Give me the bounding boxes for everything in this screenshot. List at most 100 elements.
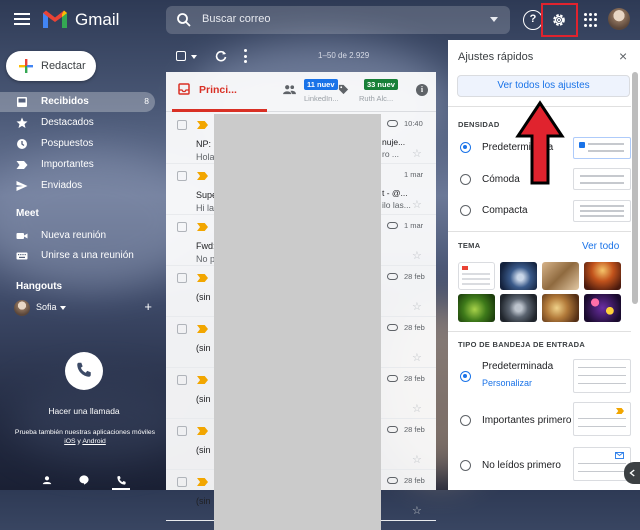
email-date: 28 feb bbox=[404, 272, 425, 281]
star-icon[interactable]: ☆ bbox=[412, 453, 422, 466]
email-checkbox[interactable] bbox=[177, 120, 187, 130]
chevron-left-icon bbox=[629, 469, 635, 477]
select-dropdown-icon[interactable] bbox=[191, 55, 197, 59]
search-input[interactable]: Buscar correo bbox=[202, 13, 270, 25]
email-checkbox[interactable] bbox=[177, 375, 187, 385]
meet-section-title: Meet bbox=[16, 208, 39, 219]
density-radio-comfortable[interactable] bbox=[460, 174, 471, 185]
density-preview-compact bbox=[573, 200, 631, 222]
star-icon[interactable]: ☆ bbox=[412, 504, 422, 517]
inbox-label-default: Predeterminada bbox=[482, 361, 554, 372]
star-icon[interactable]: ☆ bbox=[412, 198, 422, 211]
google-apps-icon[interactable] bbox=[581, 10, 601, 30]
meet-join-meeting[interactable]: Unirse a una reunión bbox=[0, 246, 155, 266]
tab-primary[interactable]: Princi... bbox=[172, 72, 267, 112]
theme-section-title: TEMA bbox=[458, 241, 481, 250]
gear-icon[interactable] bbox=[551, 12, 567, 28]
importance-marker-icon[interactable] bbox=[197, 427, 208, 435]
star-icon[interactable]: ☆ bbox=[412, 147, 422, 160]
close-icon[interactable]: × bbox=[619, 48, 627, 64]
more-options-icon[interactable] bbox=[244, 49, 247, 63]
star-icon[interactable]: ☆ bbox=[412, 402, 422, 415]
email-checkbox[interactable] bbox=[177, 222, 187, 232]
help-icon[interactable]: ? bbox=[523, 10, 543, 30]
importance-marker-icon[interactable] bbox=[197, 478, 208, 486]
inbox-radio-default[interactable] bbox=[460, 371, 471, 382]
call-bubble[interactable] bbox=[65, 352, 103, 390]
settings-scrollbar[interactable] bbox=[632, 72, 638, 304]
density-radio-compact[interactable] bbox=[460, 205, 471, 216]
theme-thumbnail[interactable] bbox=[458, 262, 495, 290]
search-options-dropdown-icon[interactable] bbox=[490, 17, 498, 22]
importance-marker-icon[interactable] bbox=[197, 121, 208, 129]
ios-link[interactable]: iOS bbox=[64, 438, 75, 445]
theme-thumbnail[interactable] bbox=[458, 294, 495, 322]
email-checkbox[interactable] bbox=[177, 171, 187, 181]
inbox-radio-important-first[interactable] bbox=[460, 415, 471, 426]
density-preview-default bbox=[573, 137, 631, 159]
inbox-radio-unread-first[interactable] bbox=[460, 460, 471, 471]
customize-link[interactable]: Personalizar bbox=[482, 378, 532, 388]
attachment-icon bbox=[387, 324, 398, 331]
theme-thumbnail[interactable] bbox=[500, 294, 537, 322]
gmail-logo bbox=[43, 10, 67, 28]
hangouts-user[interactable]: Sofia + bbox=[14, 299, 154, 316]
density-radio-default[interactable] bbox=[460, 142, 471, 153]
android-link[interactable]: Android bbox=[82, 438, 105, 445]
theme-thumbnail[interactable] bbox=[542, 262, 579, 290]
see-all-settings-button[interactable]: Ver todos los ajustes bbox=[457, 75, 630, 97]
send-icon bbox=[16, 181, 28, 191]
theme-thumbnail[interactable] bbox=[584, 294, 621, 322]
tab-phone[interactable] bbox=[112, 472, 130, 490]
tab-contacts[interactable] bbox=[38, 472, 56, 490]
sidebar-item-starred[interactable]: Destacados bbox=[0, 113, 155, 133]
importance-marker-icon[interactable] bbox=[197, 223, 208, 231]
star-icon[interactable]: ☆ bbox=[412, 300, 422, 313]
sidebar-item-important[interactable]: Importantes bbox=[0, 155, 155, 175]
importance-marker-icon[interactable] bbox=[197, 274, 208, 282]
make-call-label: Hacer una llamada bbox=[48, 406, 120, 416]
star-icon[interactable]: ☆ bbox=[412, 249, 422, 262]
expand-side-panel-button[interactable] bbox=[624, 462, 640, 484]
email-sender: (sin bbox=[196, 496, 211, 506]
label-important-icon bbox=[616, 408, 624, 414]
redacted-area bbox=[214, 114, 381, 530]
email-checkbox[interactable] bbox=[177, 477, 187, 487]
density-label-compact: Compacta bbox=[482, 205, 528, 216]
importance-marker-icon[interactable] bbox=[197, 376, 208, 384]
email-checkbox[interactable] bbox=[177, 324, 187, 334]
theme-thumbnail[interactable] bbox=[500, 262, 537, 290]
promo-text: Prueba también nuestras aplicaciones móv… bbox=[14, 429, 156, 436]
category-tabs: Princi... 11 nuev LinkedIn... 33 nuev Ru… bbox=[166, 72, 436, 112]
density-preview-comfortable bbox=[573, 168, 631, 190]
tab-promotions[interactable]: 33 nuev Ruth Alc... bbox=[334, 72, 424, 112]
meet-new-meeting[interactable]: Nueva reunión bbox=[0, 226, 155, 246]
search-icon[interactable] bbox=[176, 12, 192, 28]
chevron-down-icon[interactable] bbox=[60, 306, 66, 310]
select-all-checkbox[interactable] bbox=[176, 51, 186, 61]
tab-social[interactable]: 11 nuev LinkedIn... bbox=[271, 72, 341, 112]
add-contact-icon[interactable]: + bbox=[144, 299, 152, 314]
compose-button[interactable]: Redactar bbox=[6, 51, 96, 81]
refresh-icon[interactable] bbox=[215, 50, 227, 62]
search-bar[interactable]: Buscar correo bbox=[166, 6, 510, 34]
tab-conversations[interactable] bbox=[75, 472, 93, 490]
mail-list-panel: 1–50 de 2.929 Princi... 11 nuev LinkedIn… bbox=[166, 40, 436, 530]
sidebar-item-inbox[interactable]: Recibidos 8 bbox=[0, 92, 155, 112]
email-checkbox[interactable] bbox=[177, 426, 187, 436]
inbox-type-section-title: TIPO DE BANDEJA DE ENTRADA bbox=[458, 340, 586, 349]
sidebar: Redactar Recibidos 8 Destacados Pospuest… bbox=[0, 40, 164, 490]
email-checkbox[interactable] bbox=[177, 273, 187, 283]
main-menu-icon[interactable] bbox=[12, 10, 32, 30]
see-all-themes-link[interactable]: Ver todo bbox=[582, 241, 619, 252]
theme-thumbnail[interactable] bbox=[584, 262, 621, 290]
importance-marker-icon[interactable] bbox=[197, 172, 208, 180]
importance-marker-icon[interactable] bbox=[197, 325, 208, 333]
star-icon[interactable]: ☆ bbox=[412, 351, 422, 364]
sidebar-item-sent[interactable]: Enviados bbox=[0, 176, 155, 196]
info-icon[interactable]: i bbox=[416, 84, 428, 96]
sidebar-item-snoozed[interactable]: Pospuestos bbox=[0, 134, 155, 154]
email-snippet-tail: ro ... bbox=[382, 149, 400, 159]
theme-thumbnail[interactable] bbox=[542, 294, 579, 322]
account-avatar[interactable] bbox=[608, 8, 630, 30]
